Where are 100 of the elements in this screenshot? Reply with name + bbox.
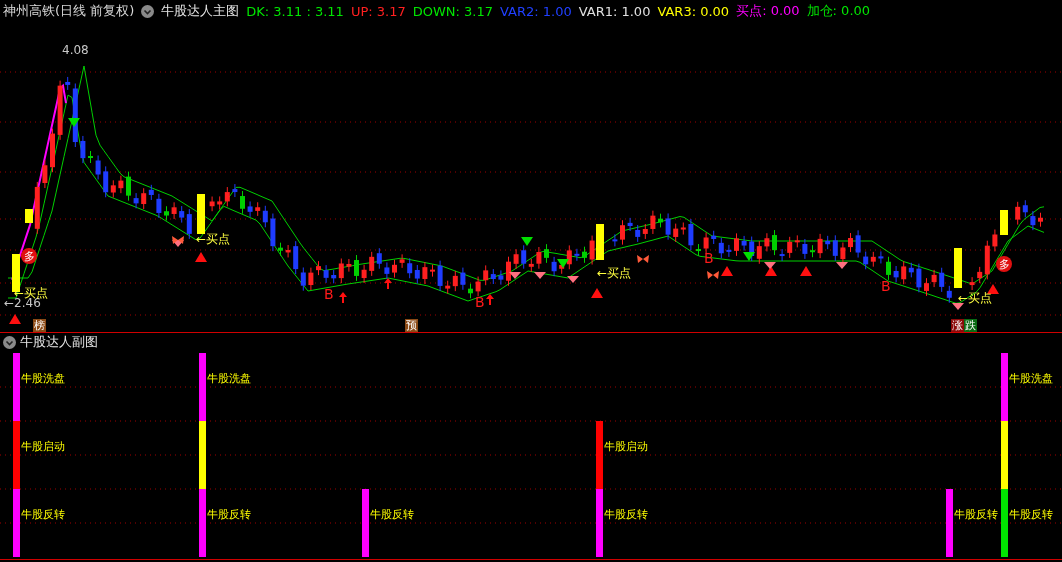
candle: [247, 200, 253, 218]
candle: [80, 135, 86, 164]
butterfly-icon: [637, 255, 649, 263]
buy-signal-letter: B: [881, 279, 891, 293]
triangle-icon: [9, 314, 21, 324]
candle: [285, 244, 291, 258]
signal-bar: [197, 194, 205, 234]
candle: [240, 190, 245, 215]
candle: [95, 155, 101, 180]
dropdown-icon[interactable]: [141, 4, 155, 18]
buy-point-label: ←买点: [196, 233, 231, 245]
candle: [308, 267, 314, 291]
candle: [886, 256, 891, 281]
candle: [1038, 212, 1043, 228]
candle: [612, 233, 618, 247]
candle: [855, 229, 861, 259]
candle: [772, 229, 777, 256]
butterfly-icon: [172, 236, 184, 244]
down-triangle-icon: [743, 252, 755, 261]
signal-bar: [12, 254, 20, 292]
up-arrow-icon: [384, 278, 392, 289]
indicator-value: UP: 3.17: [350, 3, 406, 19]
event-tag: 预: [405, 319, 418, 332]
indicator-value: 买点: 0.00: [736, 2, 800, 20]
candle: [703, 232, 709, 254]
down-triangle-icon: [68, 118, 80, 127]
triangle-icon: [195, 252, 207, 262]
event-tag: 榜: [33, 319, 46, 332]
candle: [354, 254, 359, 282]
buy-point-label: ←买点: [14, 287, 49, 299]
triangle-icon: [721, 266, 733, 276]
candle: [840, 242, 846, 265]
candle: [878, 250, 884, 264]
candle: [1030, 210, 1036, 231]
candle: [764, 232, 770, 252]
buy-point-label: ←买点: [597, 267, 632, 279]
candle: [475, 276, 481, 297]
signal-label: 牛股反转: [954, 509, 998, 520]
candle: [399, 253, 405, 269]
candle: [34, 181, 40, 235]
butterfly-icon: [707, 271, 719, 279]
candle: [316, 260, 321, 276]
candle: [574, 248, 580, 262]
candle: [627, 217, 633, 232]
indicator-value: VAR1: 1.00: [578, 3, 651, 19]
signal-label: 牛股反转: [604, 509, 648, 520]
candle: [278, 242, 283, 257]
candle: [384, 261, 390, 280]
candle: [270, 213, 276, 252]
candle: [688, 218, 694, 251]
event-tag: 涨: [951, 319, 964, 332]
subchart-title: 牛股达人副图: [20, 333, 98, 351]
signal-label: 牛股洗盘: [1009, 373, 1053, 384]
candle: [430, 264, 435, 278]
signal-bar: [954, 248, 962, 288]
candle: [392, 259, 397, 279]
indicator-value: DK: 3.11 : 3.11: [246, 3, 344, 19]
up-arrow-icon: [486, 294, 494, 305]
candle: [118, 175, 124, 194]
signal-label: 牛股启动: [604, 441, 648, 452]
indicator-value: DOWN: 3.17: [412, 3, 493, 19]
triangle-icon: [765, 266, 777, 276]
candle: [156, 193, 162, 219]
signal-label: 牛股洗盘: [207, 373, 251, 384]
signal-label: 牛股反转: [370, 509, 414, 520]
signal-badge: 多: [996, 256, 1012, 272]
candle: [209, 196, 215, 212]
event-tag: 跌: [964, 319, 977, 332]
candle: [992, 229, 998, 252]
signal-bar: [596, 224, 604, 260]
candle: [696, 243, 701, 257]
up-arrow-icon: [339, 292, 347, 303]
candle: [916, 263, 922, 293]
candle: [536, 246, 542, 270]
signal-label: 牛股反转: [1009, 509, 1053, 520]
candle: [582, 246, 587, 264]
candle: [57, 80, 63, 141]
signal-label: 牛股反转: [207, 509, 251, 520]
candle: [422, 261, 428, 285]
buy-point-label: ←买点: [958, 292, 993, 304]
collapse-icon[interactable]: [3, 335, 16, 349]
candle: [323, 264, 329, 284]
candle: [437, 260, 443, 292]
candle: [658, 213, 663, 228]
candle: [969, 276, 975, 291]
triangle-icon: [591, 288, 603, 298]
indicator-value: 加仓: 0.00: [806, 2, 871, 20]
buy-signal-letter: B: [475, 295, 485, 309]
indicator-title: 牛股达人主图: [161, 2, 240, 20]
candle: [650, 210, 656, 235]
candle: [232, 183, 238, 198]
candle: [893, 265, 899, 283]
candle: [931, 269, 937, 288]
candle: [589, 235, 595, 266]
buy-signal-letter: B: [324, 287, 334, 301]
candle: [171, 201, 177, 220]
triangle-icon: [987, 284, 999, 294]
candle: [802, 238, 808, 260]
candle: [513, 248, 519, 270]
candle: [126, 171, 131, 202]
